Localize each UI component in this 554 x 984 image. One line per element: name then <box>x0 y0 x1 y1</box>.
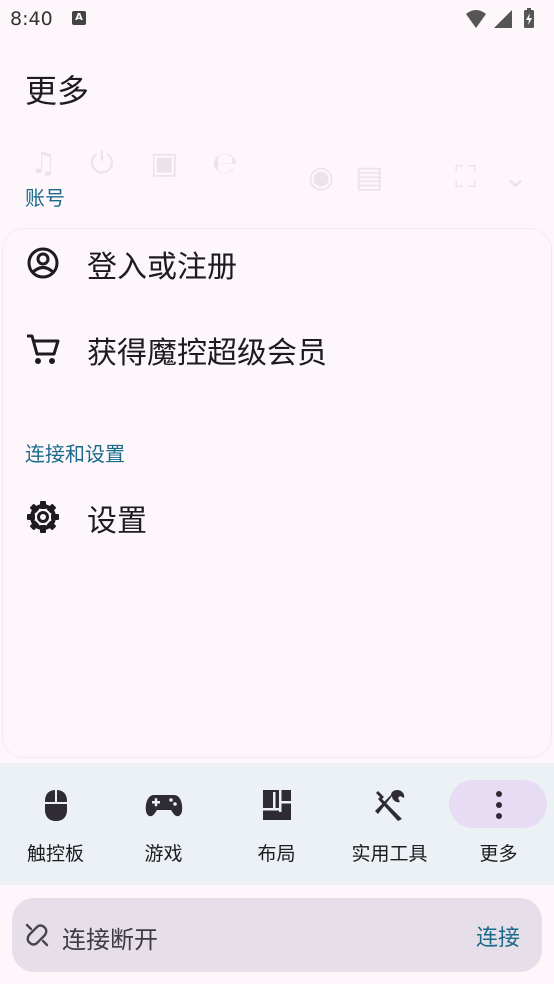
account-circle-icon <box>27 247 59 279</box>
keyboard-icon: ▤ <box>355 160 384 195</box>
browser-icon: ℮ <box>212 146 238 181</box>
nav-label: 布局 <box>257 843 296 865</box>
section-header-account: 账号 <box>25 186 65 210</box>
status-bar: 8:40 A <box>0 0 554 40</box>
fullscreen-icon: ⛶ <box>455 160 476 195</box>
section-header-connection-settings: 连接和设置 <box>25 442 125 466</box>
power-icon: ⏻ <box>90 146 114 181</box>
mouse-icon <box>44 790 67 821</box>
camera-icon: ◉ <box>308 160 335 195</box>
nav-game[interactable]: 游戏 <box>108 763 219 885</box>
wifi-icon <box>466 10 486 28</box>
gear-icon <box>27 501 59 533</box>
login-register-label: 登入或注册 <box>87 250 237 285</box>
nav-touchpad[interactable]: 触控板 <box>0 763 111 885</box>
nav-label: 触控板 <box>26 843 84 865</box>
login-register-item[interactable]: 登入或注册 <box>0 224 554 304</box>
connection-status: 连接断开 <box>62 926 158 954</box>
settings-item[interactable]: 设置 <box>0 478 554 558</box>
connect-button[interactable]: 连接 <box>476 920 520 952</box>
gamepad-icon <box>145 795 182 817</box>
nav-label: 更多 <box>479 843 518 865</box>
nav-layout[interactable]: 布局 <box>221 763 332 885</box>
tools-icon <box>374 790 404 821</box>
page-title: 更多 <box>25 72 90 110</box>
powerpoint-icon: ▣ <box>150 146 179 181</box>
shopping-cart-icon <box>27 334 60 364</box>
link-off-icon <box>25 923 49 947</box>
music-icon: ♫ <box>30 146 57 181</box>
nav-label: 实用工具 <box>351 843 428 865</box>
layout-icon <box>262 790 291 820</box>
nav-label: 游戏 <box>144 843 183 865</box>
chevron-down-icon: ⌄ <box>503 160 529 195</box>
connection-bar: 连接断开 连接 <box>12 898 542 972</box>
settings-label: 设置 <box>87 504 147 539</box>
nav-more[interactable]: 更多 <box>443 763 554 885</box>
more-vertical-icon <box>495 791 502 819</box>
bottom-nav: 触控板 游戏 布局 实用工具 更多 <box>0 763 554 885</box>
signal-icon <box>494 10 512 28</box>
get-premium-item[interactable]: 获得魔控超级会员 <box>0 310 554 390</box>
status-time: 8:40 <box>10 8 53 30</box>
nav-tools[interactable]: 实用工具 <box>334 763 445 885</box>
status-icons <box>464 8 544 30</box>
get-premium-label: 获得魔控超级会员 <box>87 336 327 371</box>
notification-icon: A <box>72 11 86 25</box>
battery-icon <box>524 8 534 28</box>
